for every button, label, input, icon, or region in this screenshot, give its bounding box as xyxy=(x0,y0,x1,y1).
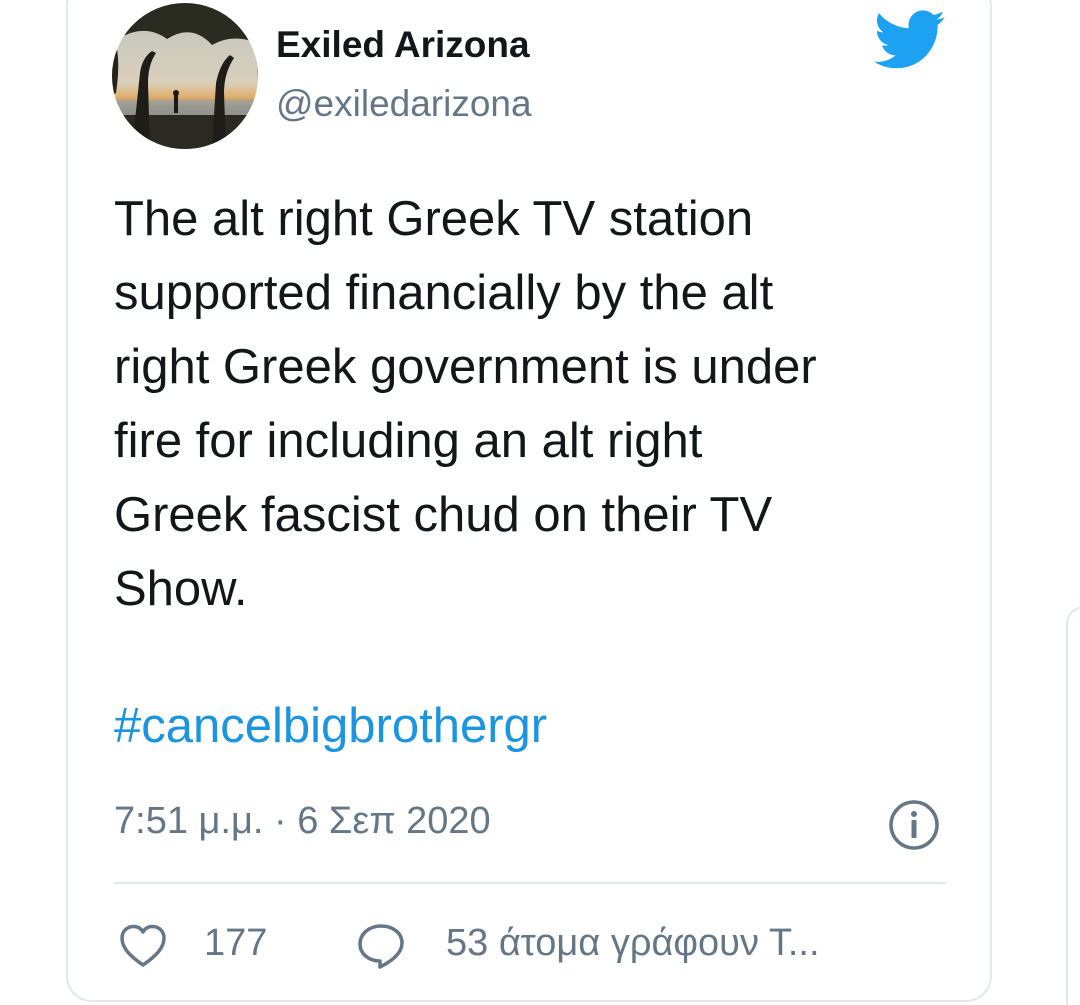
like-count[interactable]: 177 xyxy=(204,922,267,965)
author-avatar[interactable] xyxy=(112,3,258,149)
adjacent-card-edge xyxy=(1066,606,1080,1005)
author-handle[interactable]: @exiledarizona xyxy=(276,83,532,125)
heart-icon[interactable] xyxy=(118,923,168,969)
info-icon[interactable] xyxy=(888,799,940,851)
action-divider xyxy=(114,882,946,884)
tweet-timestamp[interactable]: 7:51 μ.μ. · 6 Σεπ 2020 xyxy=(114,800,491,843)
replies-summary[interactable]: 53 άτομα γράφουν Τ... xyxy=(446,922,820,965)
twitter-bird-icon[interactable] xyxy=(874,10,946,70)
author-display-name[interactable]: Exiled Arizona xyxy=(276,24,530,66)
hashtag-link[interactable]: #cancelbigbrothergr xyxy=(114,698,547,754)
tweet-text: The alt right Greek TV station supported… xyxy=(114,192,817,616)
speech-bubble-icon[interactable] xyxy=(356,922,406,970)
